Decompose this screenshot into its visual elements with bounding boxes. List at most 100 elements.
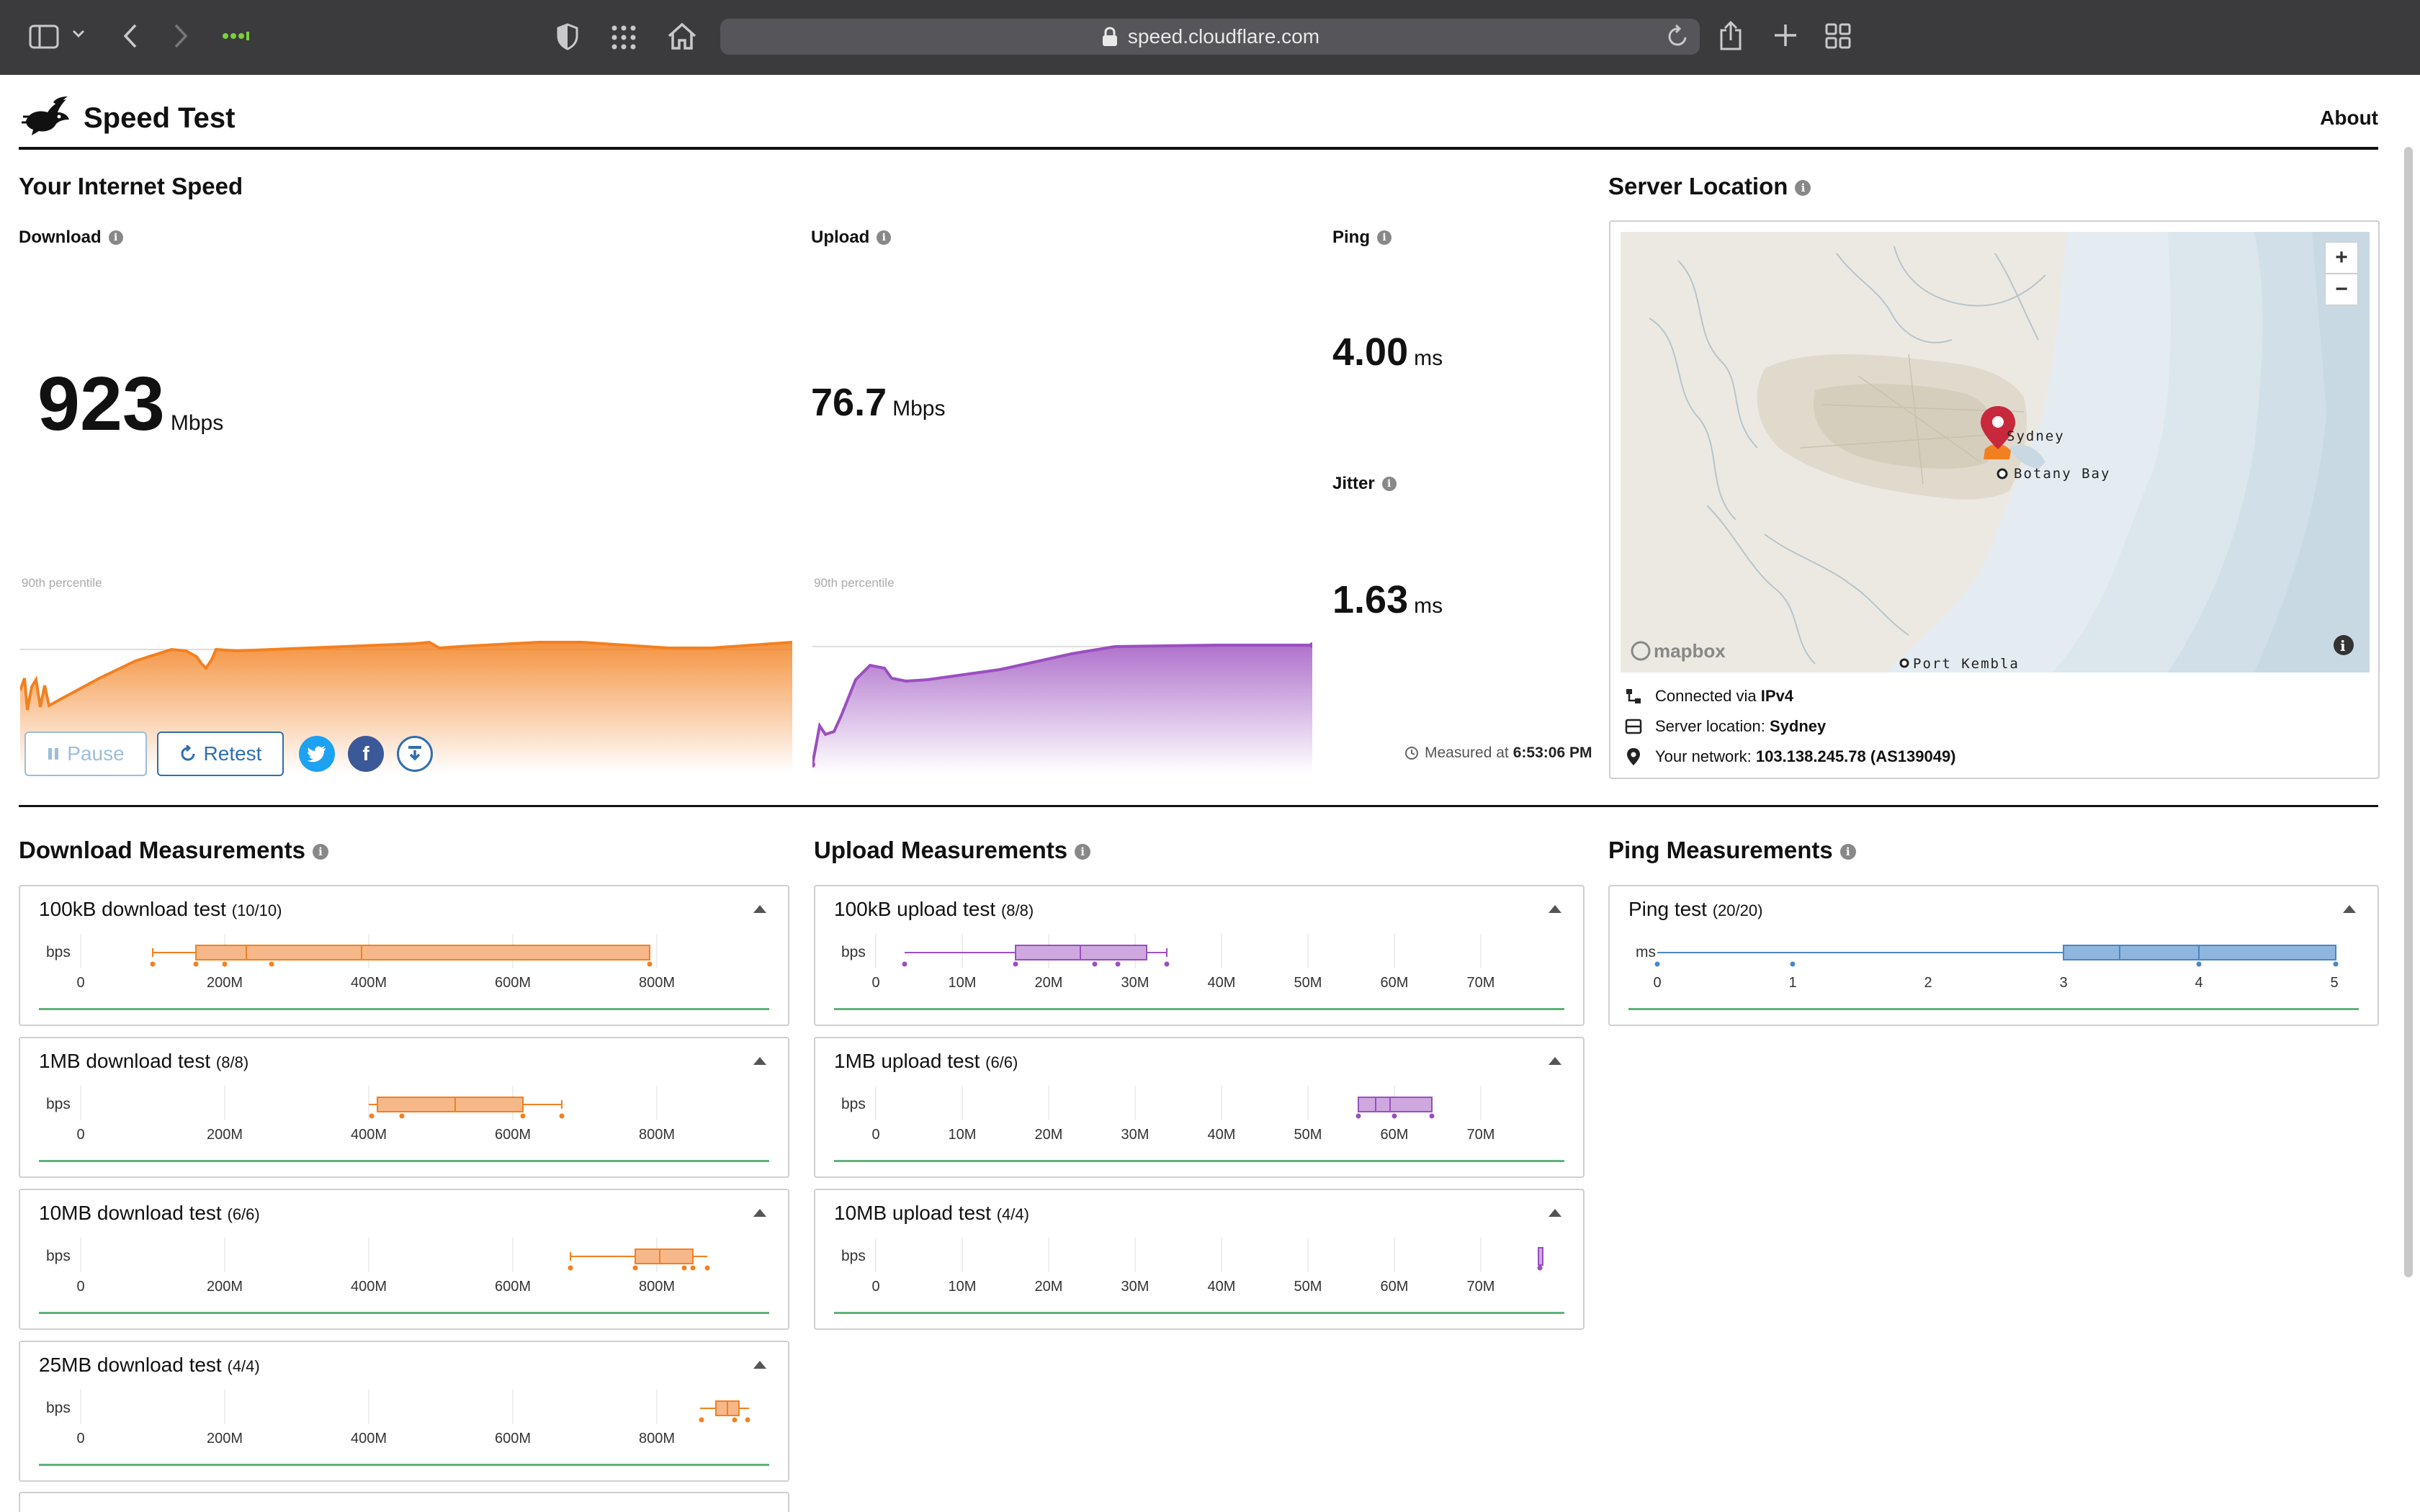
ping-label: Ping i (1332, 228, 1392, 248)
info-icon[interactable]: i (1839, 844, 1856, 860)
clock-icon (1405, 747, 1418, 760)
upload-speed-chart (812, 642, 1312, 773)
info-icon[interactable]: i (108, 230, 123, 245)
sidebar-toggle-icon[interactable] (29, 24, 59, 49)
svg-text:400M: 400M (351, 1127, 387, 1143)
map-label-port-kembla: Port Kembla (1913, 656, 2020, 672)
card-progress-line (39, 1160, 769, 1162)
info-icon[interactable]: i (1075, 844, 1091, 860)
box-plot: 0 200M 400M 600M 800M (76, 1238, 710, 1295)
your-network-info: Your network: 103.138.245.78 (AS139049) (1625, 747, 1956, 766)
svg-text:30M: 30M (1121, 1127, 1150, 1143)
retest-button[interactable]: Retest (157, 732, 284, 776)
svg-text:60M: 60M (1381, 1279, 1409, 1295)
address-bar[interactable]: speed.cloudflare.com (720, 19, 1700, 55)
app-title: Speed Test (84, 102, 236, 134)
pause-button[interactable]: Pause (24, 732, 147, 776)
svg-text:0: 0 (76, 975, 84, 991)
download-test-card: 25MB download test (4/4) bps 0 200M 400M 60… (19, 1341, 789, 1482)
server-icon (1625, 719, 1642, 734)
ping-measurements-title: Ping Measurements (1608, 837, 1833, 863)
info-icon[interactable]: i (1381, 477, 1397, 491)
upload-value: 76.7 (811, 381, 887, 424)
svg-text:20M: 20M (1035, 1127, 1063, 1143)
box-plot: 0 1 2 3 4 5 (1653, 945, 2339, 991)
measured-prefix: Measured at (1425, 744, 1509, 761)
svg-text:0: 0 (76, 1127, 84, 1143)
upload-test-card: 1MB upload test (6/6) bps 0 10M 20M 30M 40M 5… (814, 1037, 1585, 1178)
box-plot: 0 200M 400M 600M 800M (76, 934, 675, 991)
info-icon[interactable]: i (312, 844, 328, 860)
svg-text:i: i (2340, 637, 2346, 654)
upload-measurements-heading: Upload Measurements i (814, 837, 1091, 864)
rabbit-logo-icon (22, 96, 69, 135)
svg-text:3: 3 (2059, 975, 2067, 991)
download-test-card: 10MB download test (6/6) bps 0 200M 400M 60… (19, 1189, 789, 1330)
about-link[interactable]: About (2320, 107, 2378, 130)
map-label-botany-bay: Botany Bay (2014, 466, 2110, 482)
upload-label: Upload i (811, 228, 892, 248)
back-icon[interactable] (122, 23, 138, 49)
page-content: Speed Test About Your Internet Speed Dow… (0, 75, 2420, 1512)
measured-time: 6:53:06 PM (1512, 744, 1592, 761)
site-header: Speed Test About (19, 91, 2378, 150)
zoom-in-button[interactable]: + (2325, 242, 2358, 274)
privacy-shield-icon[interactable] (556, 23, 579, 50)
page-scrollbar[interactable] (2404, 147, 2413, 1277)
internet-speed-heading: Your Internet Speed (19, 173, 243, 199)
server-map[interactable]: Sydney Botany Bay Port Kembla mapbox i +… (1621, 232, 2370, 672)
home-icon[interactable] (667, 22, 697, 50)
forward-icon[interactable] (173, 23, 189, 49)
svg-text:40M: 40M (1208, 1279, 1236, 1295)
svg-text:400M: 400M (351, 1431, 387, 1446)
download-test-card-partial (19, 1492, 789, 1512)
download-test-card: 1MB download test (8/8) bps 0 200M 400M 600… (19, 1037, 789, 1178)
network-connection-icon (1626, 689, 1641, 703)
chevron-down-icon[interactable] (72, 29, 85, 39)
box-plot: 0 10M 20M 30M 40M 50M 60M 70M (871, 1238, 1543, 1295)
jitter-label: Jitter i (1332, 474, 1397, 494)
upload-speed: 76.7 Mbps (811, 383, 945, 422)
browser-toolbar: speed.cloudflare.com (0, 0, 2420, 75)
svg-text:50M: 50M (1294, 975, 1322, 991)
svg-text:10M: 10M (949, 1279, 977, 1295)
download-results-icon[interactable] (397, 736, 433, 772)
download-speed: 923 Mbps (37, 366, 223, 442)
svg-text:600M: 600M (495, 1431, 531, 1446)
svg-text:0: 0 (871, 1279, 879, 1295)
svg-text:200M: 200M (207, 975, 243, 991)
tab-overview-icon[interactable] (1825, 23, 1851, 49)
ping-unit: ms (1414, 346, 1443, 370)
svg-text:50M: 50M (1294, 1127, 1322, 1143)
ping-value-block: 4.00 ms (1332, 333, 1443, 372)
svg-text:40M: 40M (1208, 1127, 1236, 1143)
jitter-value-block: 1.63 ms (1332, 580, 1443, 619)
svg-text:800M: 800M (639, 1279, 675, 1295)
info-icon[interactable]: i (1795, 180, 1811, 197)
retest-icon (181, 745, 195, 761)
zoom-out-button[interactable]: − (2325, 274, 2358, 305)
download-test-card: 100kB download test (10/10) bps 0 200M 400… (19, 885, 789, 1026)
facebook-share-icon[interactable]: f (348, 736, 384, 772)
server-location-title: Server Location (1608, 173, 1788, 199)
extension-icon[interactable] (222, 30, 251, 42)
ping-value: 4.00 (1332, 330, 1409, 374)
upload-percentile-label: 90th percentile (814, 576, 895, 590)
download-label-text: Download (19, 228, 102, 247)
svg-text:0: 0 (1653, 975, 1661, 991)
new-tab-icon[interactable] (1773, 23, 1798, 48)
share-icon[interactable] (1718, 20, 1743, 50)
network-prefix: Your network: (1655, 747, 1752, 765)
map-label-sydney: Sydney (2007, 428, 2065, 444)
info-icon[interactable]: i (877, 230, 892, 245)
download-measurements-heading: Download Measurements i (19, 837, 328, 864)
box-plot: 0 10M 20M 30M 40M 50M 60M 70M (871, 1086, 1494, 1143)
grid-apps-icon[interactable] (611, 24, 637, 50)
twitter-share-icon[interactable] (299, 736, 335, 772)
pause-label: Pause (67, 742, 125, 765)
reload-icon[interactable] (1667, 24, 1690, 49)
map-info-icon[interactable]: i (2334, 635, 2354, 655)
location-value: Sydney (1769, 717, 1827, 735)
svg-text:30M: 30M (1121, 975, 1150, 991)
info-icon[interactable]: i (1377, 230, 1392, 245)
